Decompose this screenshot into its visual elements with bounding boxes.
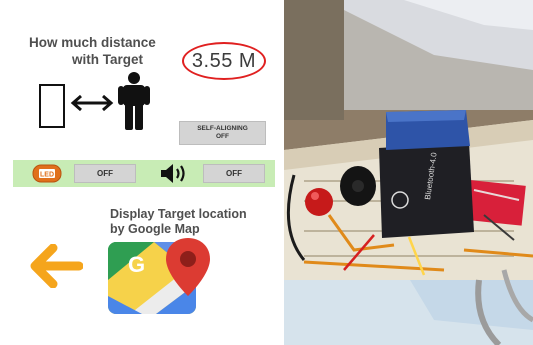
double-arrow-icon <box>70 94 114 112</box>
app-screen: How much distance with Target 3.55 M SEL… <box>13 0 275 345</box>
back-arrow-icon[interactable] <box>29 244 83 288</box>
map-heading-line2: by Google Map <box>110 222 200 236</box>
distance-title-line2: with Target <box>72 52 144 67</box>
hardware-photo: Bluetooth-4.0 <box>284 0 533 345</box>
self-aligning-label: SELF-ALIGNING <box>197 125 248 132</box>
distance-value: 3.55 M <box>191 49 257 72</box>
self-aligning-button[interactable]: SELF-ALIGNING OFF <box>179 121 266 145</box>
led-off-button[interactable]: OFF <box>74 164 136 183</box>
breadboard-photo: Bluetooth-4.0 <box>284 0 533 345</box>
control-bar: LED OFF OFF <box>13 160 275 187</box>
led-icon-label: LED <box>40 172 54 179</box>
target-box-icon <box>39 84 65 128</box>
self-aligning-state: OFF <box>216 133 229 140</box>
map-heading: Display Target location by Google Map <box>110 207 247 237</box>
person-icon <box>118 72 150 130</box>
speaker-icon <box>161 164 185 183</box>
maps-letter: G <box>128 252 145 277</box>
distance-readout: 3.55 M <box>182 42 266 80</box>
google-maps-icon[interactable]: G <box>108 236 214 318</box>
map-heading-line1: Display Target location <box>110 207 247 221</box>
distance-title-line1: How much distance <box>29 35 156 50</box>
led-icon: LED <box>32 164 62 183</box>
sound-off-button[interactable]: OFF <box>203 164 265 183</box>
